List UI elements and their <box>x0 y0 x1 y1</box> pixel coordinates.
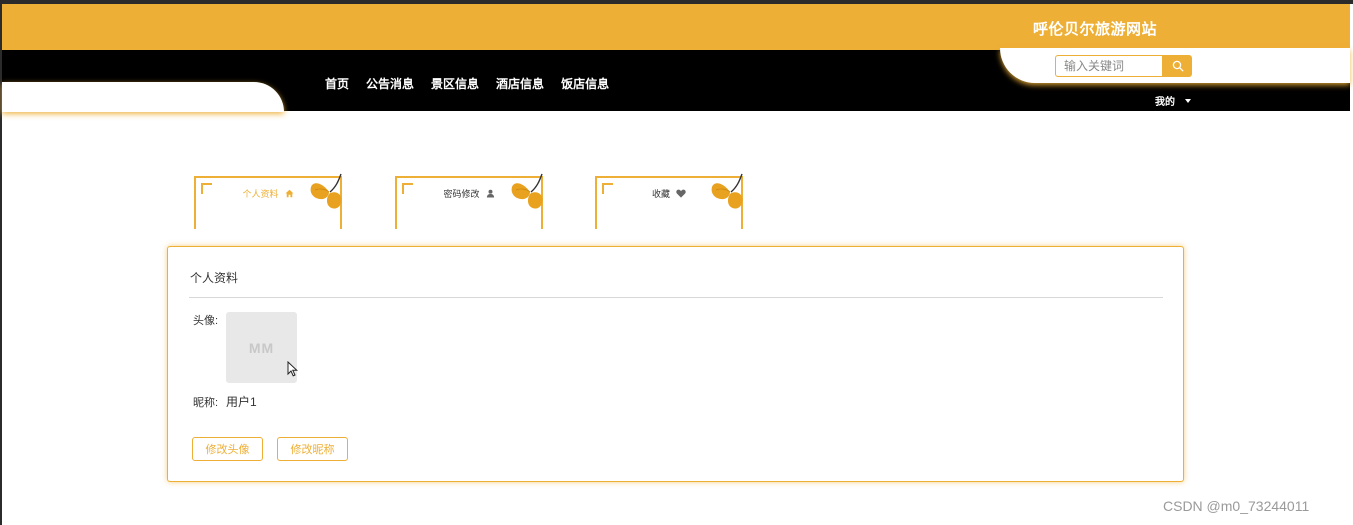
heart-icon <box>676 189 686 198</box>
nickname-value: 用户1 <box>226 395 257 409</box>
tab-label-text: 收藏 <box>651 189 670 199</box>
caret-down-icon <box>1185 98 1191 103</box>
mouse-cursor-icon <box>287 361 298 377</box>
main-nav: 首页 公告消息 景区信息 酒店信息 饭店信息 <box>325 75 609 92</box>
panel-title: 个人资料 <box>190 271 239 285</box>
nav-item-home[interactable]: 首页 <box>325 75 349 92</box>
tab-password[interactable]: 密码修改 <box>395 173 543 229</box>
divider <box>189 297 1163 298</box>
search-button[interactable] <box>1163 55 1192 77</box>
ginkgo-leaf-icon <box>310 173 342 209</box>
search-icon <box>1172 60 1183 72</box>
nickname-label: 昵称: <box>193 397 219 409</box>
user-menu[interactable]: 我的 <box>1155 93 1191 108</box>
change-avatar-button[interactable]: 修改头像 <box>192 437 263 461</box>
nav-item-restaurants[interactable]: 饭店信息 <box>561 75 609 92</box>
search-input[interactable] <box>1055 55 1163 77</box>
tab-favorites[interactable]: 收藏 <box>595 173 743 229</box>
tab-label-text: 个人资料 <box>242 189 279 199</box>
user-icon <box>486 189 494 198</box>
nav-left-decoration <box>2 82 284 112</box>
avatar-placeholder: MM <box>248 339 275 356</box>
profile-panel: 个人资料 头像: MM 昵称: 用户1 修改头像 修改昵称 <box>167 246 1184 482</box>
tab-profile[interactable]: 个人资料 <box>194 173 342 229</box>
home-icon <box>285 189 293 198</box>
nav-item-scenic-spots[interactable]: 景区信息 <box>431 75 479 92</box>
watermark: CSDN @m0_73244011 <box>1163 498 1310 514</box>
site-title: 呼伦贝尔旅游网站 <box>1033 21 1158 38</box>
ginkgo-leaf-icon <box>511 173 543 209</box>
ginkgo-leaf-icon <box>711 173 743 209</box>
nav-item-announcements[interactable]: 公告消息 <box>366 75 414 92</box>
avatar-label: 头像: <box>193 315 219 327</box>
tab-label-text: 密码修改 <box>443 189 480 199</box>
change-nickname-button[interactable]: 修改昵称 <box>277 437 348 461</box>
nav-item-hotels[interactable]: 酒店信息 <box>496 75 544 92</box>
user-menu-label: 我的 <box>1155 97 1175 108</box>
